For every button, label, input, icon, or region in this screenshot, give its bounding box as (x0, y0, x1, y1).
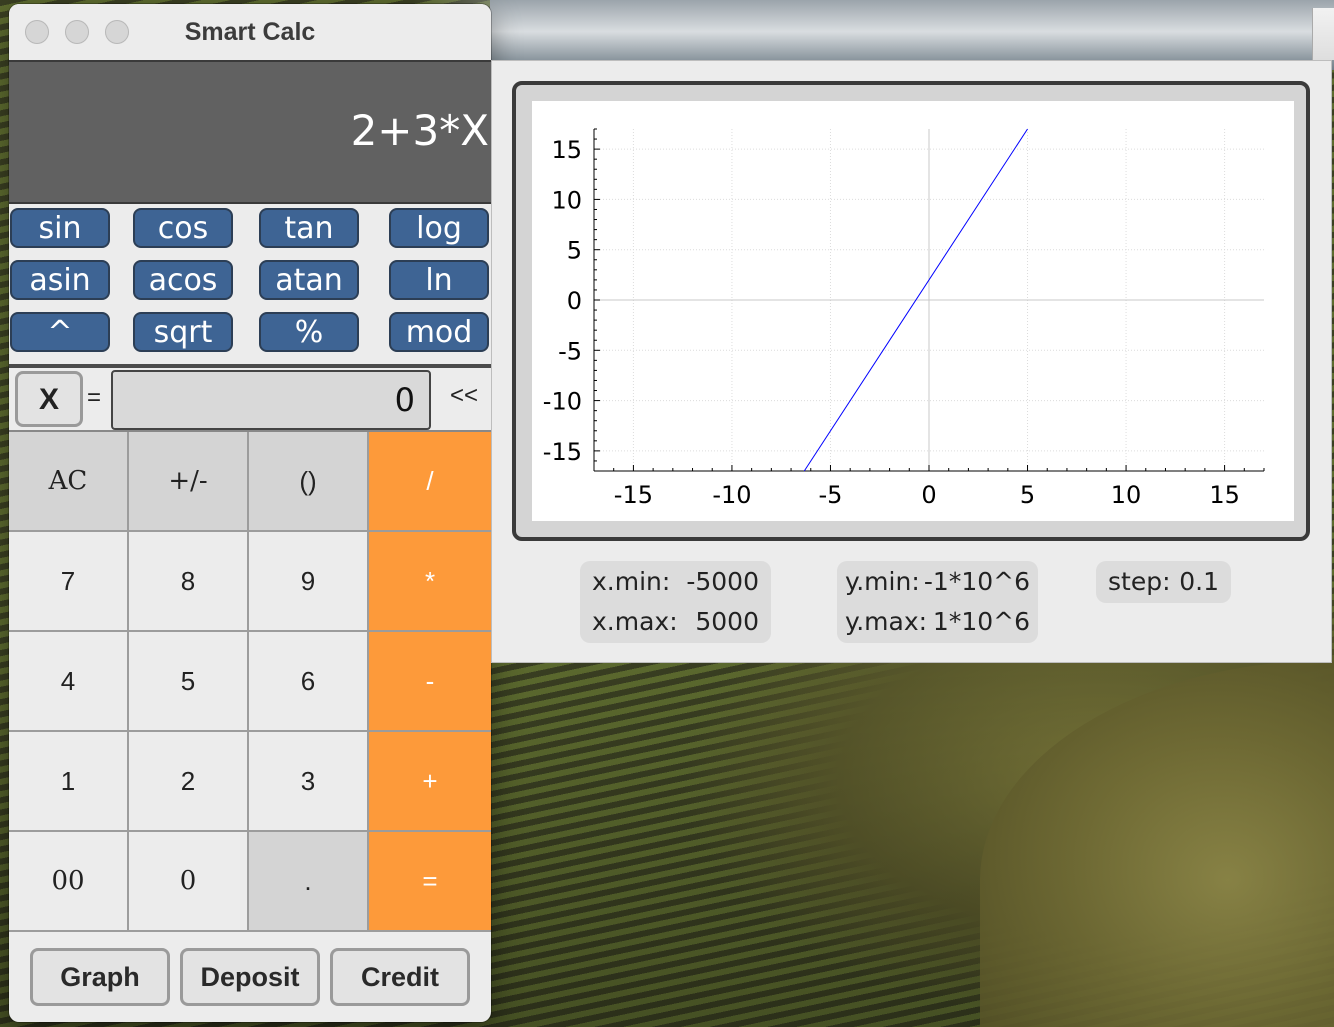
digit-7-button[interactable]: 7 (9, 532, 129, 632)
calculator-window: Smart Calc 2+3*X sin cos tan log asin ac… (9, 4, 491, 1022)
y-max-label: y.max: (845, 607, 928, 636)
x-tick-label: -10 (712, 481, 751, 509)
step-label: step: (1108, 567, 1171, 596)
acos-button[interactable]: acos (133, 260, 233, 300)
y-tick-label: -15 (543, 438, 582, 466)
x-tick-label: 15 (1209, 481, 1240, 509)
plot-area: -15 -10 -5 0 5 10 15 15 10 5 0 -5 -10 -15 (532, 101, 1294, 521)
digit-8-button[interactable]: 8 (129, 532, 249, 632)
digit-1-button[interactable]: 1 (9, 732, 129, 832)
y-min-value[interactable]: -1*10^6 (924, 567, 1030, 596)
backspace-button[interactable]: << (441, 382, 487, 410)
y-tick-label: 10 (551, 186, 582, 214)
y-tick-label: 5 (567, 237, 582, 265)
wallpaper-hill (980, 660, 1334, 1027)
x-tick-label: 0 (921, 481, 936, 509)
x-tick-label: -5 (819, 481, 843, 509)
y-tick-label: -10 (543, 388, 582, 416)
x-max-label: x.max: (592, 607, 678, 636)
divider (9, 364, 491, 368)
y-max-value[interactable]: 1*10^6 (933, 607, 1030, 636)
x-min-value[interactable]: -5000 (686, 567, 759, 596)
x-equals-label: = (87, 384, 102, 411)
tan-button[interactable]: tan (259, 208, 359, 248)
sqrt-button[interactable]: sqrt (133, 312, 233, 352)
decimal-point-button[interactable]: . (249, 832, 369, 932)
background-window-edge (1312, 8, 1334, 60)
step-value[interactable]: 0.1 (1179, 567, 1219, 596)
percent-button[interactable]: % (259, 312, 359, 352)
window-title: Smart Calc (184, 18, 316, 46)
cos-button[interactable]: cos (133, 208, 233, 248)
step-box: step: 0.1 (1096, 561, 1231, 603)
double-zero-button[interactable]: 00 (9, 832, 129, 932)
title-bar: Smart Calc (9, 4, 491, 60)
log-button[interactable]: log (389, 208, 489, 248)
y-tick-label: 0 (567, 287, 582, 315)
subtract-button[interactable]: - (369, 632, 491, 732)
x-tick-label: -15 (614, 481, 653, 509)
deposit-button[interactable]: Deposit (180, 948, 320, 1006)
digit-9-button[interactable]: 9 (249, 532, 369, 632)
add-button[interactable]: + (369, 732, 491, 832)
expression-display: 2+3*X (9, 60, 491, 204)
parentheses-button[interactable]: () (249, 432, 369, 532)
x-variable-button[interactable]: X (15, 371, 83, 427)
keypad: AC +/- () / 7 8 9 * 4 5 6 - 1 2 3 + 00 0… (9, 430, 491, 934)
power-button[interactable]: ^ (10, 312, 110, 352)
x-max-value[interactable]: 5000 (695, 607, 759, 636)
equals-button[interactable]: = (369, 832, 491, 932)
divide-button[interactable]: / (369, 432, 491, 532)
x-range-box: x.min: -5000 x.max: 5000 (580, 561, 771, 643)
graph-frame: -15 -10 -5 0 5 10 15 15 10 5 0 -5 -10 -15 (512, 81, 1310, 541)
multiply-button[interactable]: * (369, 532, 491, 632)
x-min-label: x.min: (592, 567, 671, 596)
y-tick-label: 15 (551, 136, 582, 164)
digit-0-button[interactable]: 0 (129, 832, 249, 932)
digit-3-button[interactable]: 3 (249, 732, 369, 832)
mod-button[interactable]: mod (389, 312, 489, 352)
digit-4-button[interactable]: 4 (9, 632, 129, 732)
expression-text: 2+3*X (350, 106, 489, 155)
asin-button[interactable]: asin (10, 260, 110, 300)
y-min-label: y.min: (845, 567, 920, 596)
y-tick-label: -5 (558, 337, 582, 365)
function-plot: -15 -10 -5 0 5 10 15 15 10 5 0 -5 -10 -15 (543, 128, 1265, 509)
x-tick-label: 5 (1020, 481, 1035, 509)
x-value-input[interactable]: 0 (111, 370, 431, 430)
atan-button[interactable]: atan (259, 260, 359, 300)
x-tick-label: 10 (1111, 481, 1142, 509)
ln-button[interactable]: ln (389, 260, 489, 300)
graph-window: -15 -10 -5 0 5 10 15 15 10 5 0 -5 -10 -15 x.min: -500… (491, 60, 1332, 663)
digit-5-button[interactable]: 5 (129, 632, 249, 732)
digit-6-button[interactable]: 6 (249, 632, 369, 732)
credit-button[interactable]: Credit (330, 948, 470, 1006)
negate-button[interactable]: +/- (129, 432, 249, 532)
clear-button[interactable]: AC (9, 432, 129, 532)
sin-button[interactable]: sin (10, 208, 110, 248)
graph-button[interactable]: Graph (30, 948, 170, 1006)
digit-2-button[interactable]: 2 (129, 732, 249, 832)
y-range-box: y.min: -1*10^6 y.max: 1*10^6 (837, 561, 1038, 643)
